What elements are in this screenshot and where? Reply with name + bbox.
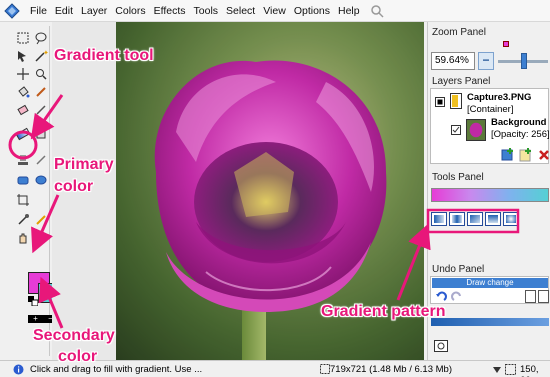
layer-detail-background: [Opacity: 256]: [491, 129, 550, 140]
crop-icon[interactable]: [15, 192, 31, 208]
duplicate-layer-icon[interactable]: [519, 148, 533, 162]
app-window: File Edit Layer Colors Effects Tools Sel…: [0, 0, 550, 377]
clear-history-icon[interactable]: [525, 290, 536, 303]
zoom-tool-icon[interactable]: [33, 66, 49, 82]
annotation-secondary-color-line1: Secondary: [33, 327, 115, 344]
layer-visible-icon[interactable]: [435, 97, 445, 107]
tools-panel-title: Tools Panel: [432, 172, 484, 183]
move-selection-icon[interactable]: [15, 48, 31, 64]
recolor-icon[interactable]: [33, 126, 49, 142]
info-icon: [13, 364, 24, 375]
cursor-position-icon: [505, 364, 516, 375]
zoom-out-button[interactable]: −: [478, 52, 494, 70]
layer-name-background[interactable]: Background: [491, 117, 546, 128]
app-logo-icon: [4, 2, 20, 19]
container-icon: [450, 93, 462, 109]
ellipse-shape-icon[interactable]: [33, 172, 49, 188]
menu-bar: File Edit Layer Colors Effects Tools Sel…: [0, 0, 550, 22]
redo-icon[interactable]: [451, 291, 463, 303]
color-picker-icon[interactable]: [15, 212, 31, 228]
menu-options[interactable]: Options: [290, 5, 334, 17]
history-menu-icon[interactable]: [538, 290, 549, 303]
line-tool-icon[interactable]: [33, 230, 49, 246]
layer-checkbox-icon[interactable]: [451, 125, 461, 135]
text-tool-icon[interactable]: [33, 152, 49, 168]
status-cursor-coords: 150, 66: [520, 364, 539, 377]
search-icon[interactable]: [370, 4, 384, 18]
conical-gradient-button[interactable]: [485, 212, 501, 226]
menu-edit[interactable]: Edit: [51, 5, 77, 17]
layer-thumbnail: [466, 119, 486, 141]
layer-detail-container: [Container]: [467, 104, 514, 115]
undo-icon[interactable]: [435, 291, 447, 303]
gradient-preview: [431, 188, 549, 202]
history-panel-bar: [431, 318, 549, 326]
add-layer-icon[interactable]: [501, 148, 515, 162]
magic-wand-icon[interactable]: ✦: [33, 48, 49, 64]
rect-select-icon[interactable]: [15, 30, 31, 46]
image-size-icon: [320, 364, 330, 374]
menu-select[interactable]: Select: [222, 5, 259, 17]
zoom-marker: [503, 41, 509, 47]
svg-text:✦: ✦: [43, 49, 48, 57]
clone-stamp-icon[interactable]: [15, 152, 31, 168]
rectangle-shape-icon[interactable]: [15, 172, 31, 188]
move-icon[interactable]: [15, 66, 31, 82]
annotation-gradient-pattern: Gradient pattern: [321, 303, 446, 320]
status-image-size: 719x721 (1.48 Mb / 6.13 Mb): [330, 364, 452, 375]
annotation-secondary-color-line2: color: [58, 348, 98, 365]
annotation-primary-color-line2: color: [54, 178, 94, 195]
gradient-pattern-options[interactable]: [431, 212, 521, 226]
linear-gradient-button[interactable]: [431, 212, 447, 226]
eraser-icon[interactable]: [15, 102, 31, 118]
diamond-gradient-button[interactable]: [467, 212, 483, 226]
pencil-icon[interactable]: [33, 102, 49, 118]
annotation-primary-color-line1: Primary: [54, 156, 114, 173]
unit-dropdown-icon[interactable]: [492, 365, 502, 374]
reset-colors-icon[interactable]: [28, 296, 38, 306]
reflected-gradient-button[interactable]: [449, 212, 465, 226]
status-hint: Click and drag to fill with gradient. Us…: [30, 364, 203, 375]
zoom-slider-thumb[interactable]: [521, 53, 527, 69]
zoom-input[interactable]: 59.64%: [431, 52, 475, 70]
paint-bucket-icon[interactable]: [15, 84, 31, 100]
layer-name-container[interactable]: Capture3.PNG: [467, 92, 531, 103]
tools-toolbar: ✦ + −: [12, 26, 61, 356]
zoom-panel-title: Zoom Panel: [432, 27, 486, 38]
menu-effects[interactable]: Effects: [150, 5, 190, 17]
delete-layer-icon[interactable]: [537, 148, 550, 162]
hand-icon[interactable]: [15, 230, 31, 246]
menu-layer[interactable]: Layer: [77, 5, 111, 17]
radial-gradient-button[interactable]: [503, 212, 519, 226]
menu-file[interactable]: File: [26, 5, 51, 17]
menu-view[interactable]: View: [259, 5, 290, 17]
undo-history-list[interactable]: Draw change: [430, 276, 549, 304]
menu-colors[interactable]: Colors: [111, 5, 149, 17]
menu-help[interactable]: Help: [334, 5, 364, 17]
history-thumbnail-icon[interactable]: [434, 340, 448, 352]
undo-panel-title: Undo Panel: [432, 264, 485, 275]
layers-panel-title: Layers Panel: [432, 76, 491, 87]
menu-tools[interactable]: Tools: [190, 5, 223, 17]
pan-icon[interactable]: [33, 212, 49, 228]
lasso-icon[interactable]: [33, 30, 49, 46]
paintbrush-icon[interactable]: [33, 84, 49, 100]
undo-history-item[interactable]: Draw change: [432, 278, 548, 288]
palette-add-label[interactable]: +: [33, 315, 38, 323]
gradient-tool-icon[interactable]: [15, 126, 31, 142]
annotation-gradient-tool: Gradient tool: [54, 47, 154, 64]
